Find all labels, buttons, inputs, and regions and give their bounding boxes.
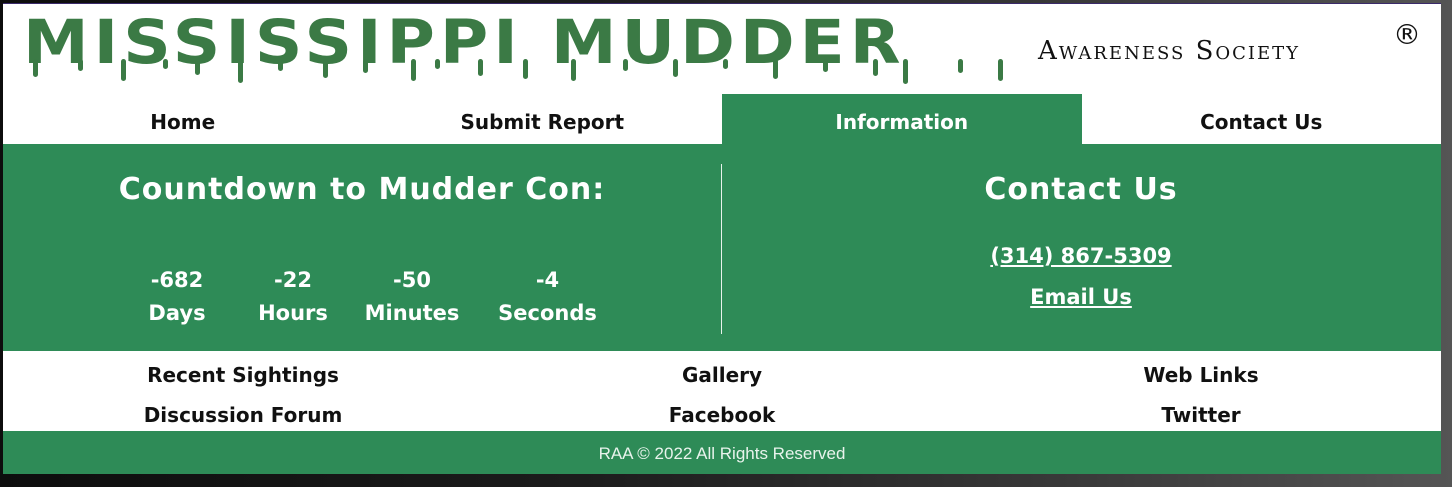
registered-mark-icon: ® bbox=[1393, 18, 1421, 51]
mud-drips-decoration bbox=[33, 59, 1003, 84]
countdown-days-value: -682 bbox=[150, 268, 204, 292]
site-subtitle: Awareness Society bbox=[1038, 36, 1301, 66]
footer-links: Recent Sightings Discussion Forum Galler… bbox=[3, 351, 1441, 431]
countdown-minutes: -50 Minutes bbox=[352, 264, 472, 330]
page: MISSISSIPPI MUDDER Awareness Society ® H… bbox=[3, 3, 1441, 474]
countdown-hours-value: -22 bbox=[274, 268, 312, 292]
countdown-hours-label: Hours bbox=[258, 301, 328, 325]
link-web-links[interactable]: Web Links bbox=[1001, 363, 1401, 387]
countdown-minutes-label: Minutes bbox=[364, 301, 460, 325]
link-discussion-forum[interactable]: Discussion Forum bbox=[43, 403, 443, 427]
nav-item-contact-us[interactable]: Contact Us bbox=[1082, 94, 1442, 144]
nav-item-home[interactable]: Home bbox=[3, 94, 363, 144]
email-link[interactable]: Email Us bbox=[721, 285, 1441, 309]
countdown-days: -682 Days bbox=[117, 264, 237, 330]
countdown-hours: -22 Hours bbox=[233, 264, 353, 330]
countdown-days-label: Days bbox=[148, 301, 206, 325]
link-gallery[interactable]: Gallery bbox=[522, 363, 922, 387]
copyright-text: RAA © 2022 All Rights Reserved bbox=[598, 444, 846, 463]
site-footer: RAA © 2022 All Rights Reserved bbox=[3, 431, 1441, 474]
link-recent-sightings[interactable]: Recent Sightings bbox=[43, 363, 443, 387]
contact-title: Contact Us bbox=[984, 172, 1178, 207]
main-nav: Home Submit Report Information Contact U… bbox=[3, 94, 1441, 144]
browser-frame: MISSISSIPPI MUDDER Awareness Society ® H… bbox=[0, 0, 1452, 487]
countdown-seconds-value: -4 bbox=[535, 268, 560, 292]
link-twitter[interactable]: Twitter bbox=[1001, 403, 1401, 427]
info-panel: Countdown to Mudder Con: -682 Days -22 H… bbox=[3, 144, 1441, 351]
countdown-seconds: -4 Seconds bbox=[475, 264, 620, 330]
phone-link[interactable]: (314) 867-5309 bbox=[721, 244, 1441, 268]
nav-item-submit-report[interactable]: Submit Report bbox=[363, 94, 723, 144]
link-facebook[interactable]: Facebook bbox=[522, 403, 922, 427]
countdown-seconds-label: Seconds bbox=[498, 301, 597, 325]
site-header: MISSISSIPPI MUDDER Awareness Society ® bbox=[3, 4, 1441, 94]
countdown-title: Countdown to Mudder Con: bbox=[118, 172, 606, 207]
countdown-minutes-value: -50 bbox=[393, 268, 431, 292]
nav-item-information[interactable]: Information bbox=[722, 94, 1082, 144]
